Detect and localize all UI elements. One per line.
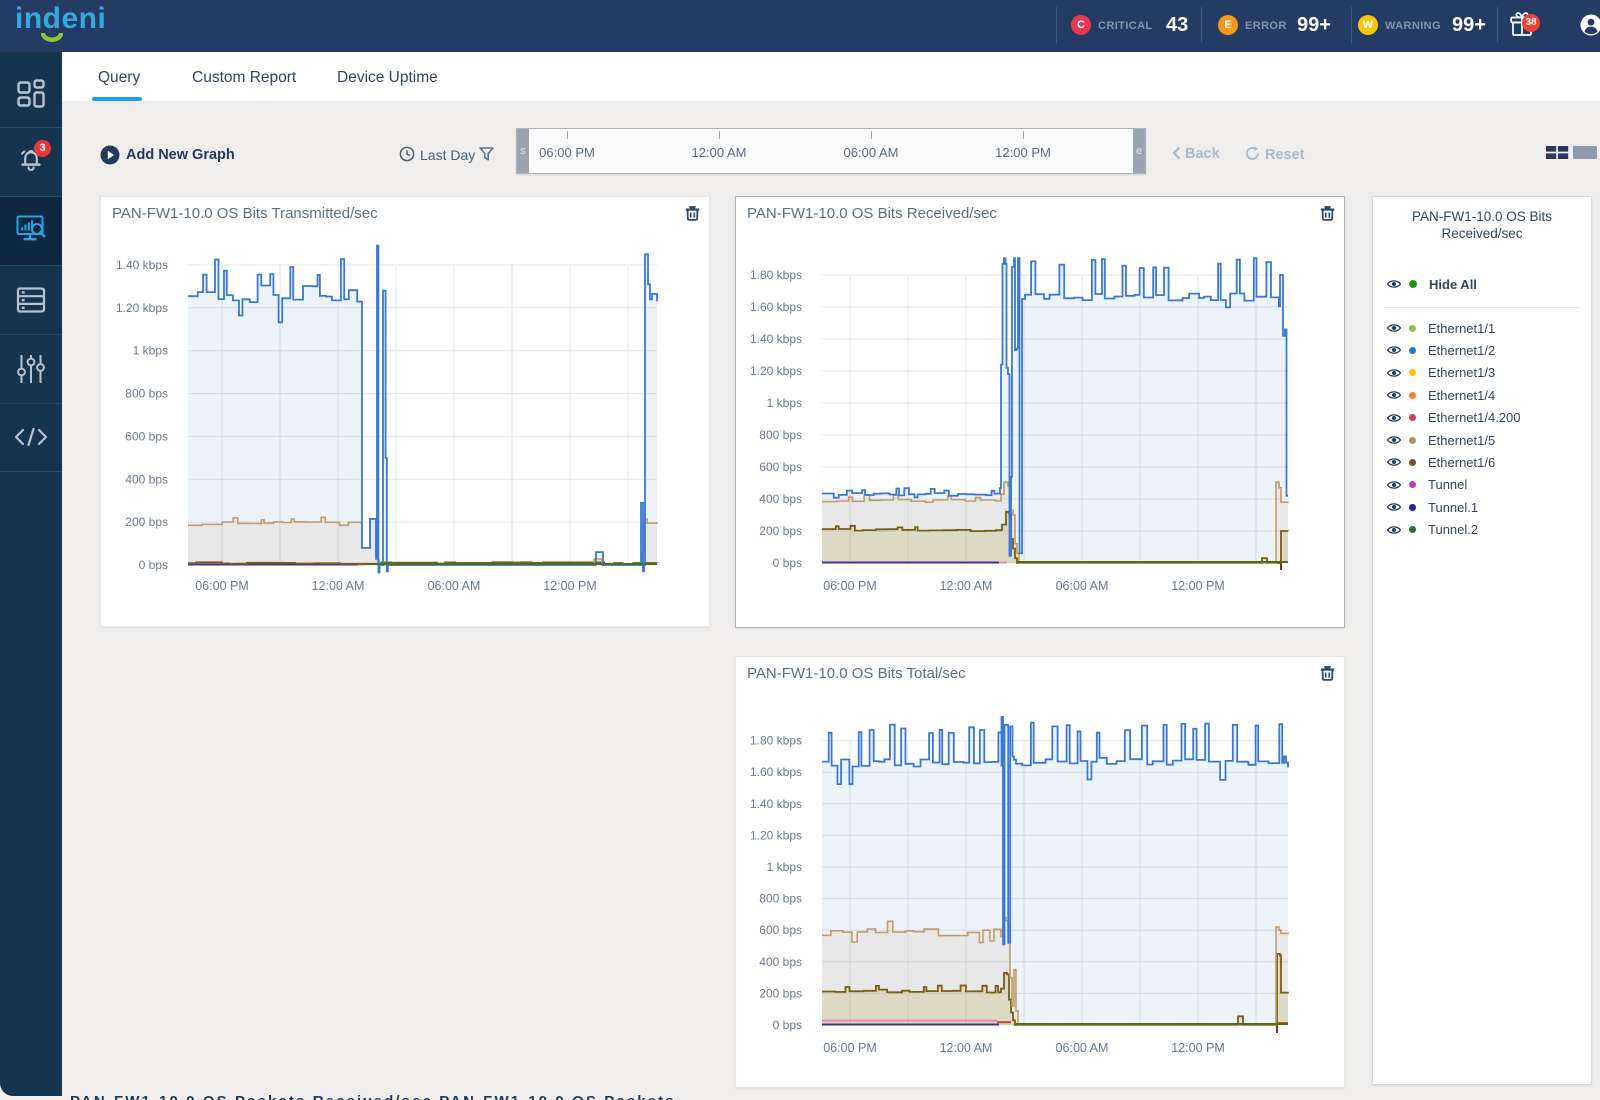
svg-text:1.40 kbps: 1.40 kbps [116, 258, 168, 272]
svg-text:800 bps: 800 bps [759, 428, 802, 442]
svg-text:1.60 kbps: 1.60 kbps [750, 300, 802, 314]
svg-text:0 bps: 0 bps [773, 556, 802, 570]
svg-text:12:00 AM: 12:00 AM [940, 579, 993, 593]
svg-text:06:00 AM: 06:00 AM [428, 579, 481, 593]
svg-text:200 bps: 200 bps [759, 524, 802, 538]
svg-text:600 bps: 600 bps [759, 460, 802, 474]
svg-text:400 bps: 400 bps [759, 955, 802, 969]
svg-text:06:00 AM: 06:00 AM [1056, 579, 1109, 593]
svg-text:800 bps: 800 bps [125, 387, 168, 401]
svg-text:12:00 PM: 12:00 PM [1171, 579, 1225, 593]
svg-text:PAN-FW1-10.0 OS Bits Total/sec: PAN-FW1-10.0 OS Bits Total/sec [747, 665, 966, 682]
svg-text:800 bps: 800 bps [759, 892, 802, 906]
svg-text:06:00 PM: 06:00 PM [195, 579, 249, 593]
svg-text:1 kbps: 1 kbps [133, 344, 168, 358]
svg-text:0 bps: 0 bps [139, 558, 168, 572]
svg-text:200 bps: 200 bps [125, 515, 168, 529]
svg-text:PAN-FW1-10.0 OS Bits Transmitt: PAN-FW1-10.0 OS Bits Transmitted/sec [112, 205, 378, 222]
svg-text:06:00 PM: 06:00 PM [823, 579, 877, 593]
svg-text:06:00 PM: 06:00 PM [823, 1041, 877, 1055]
svg-text:400 bps: 400 bps [759, 492, 802, 506]
svg-text:1.40 kbps: 1.40 kbps [750, 332, 802, 346]
svg-text:12:00 AM: 12:00 AM [940, 1041, 993, 1055]
svg-text:1.20 kbps: 1.20 kbps [116, 301, 168, 315]
svg-text:1.80 kbps: 1.80 kbps [750, 268, 802, 282]
svg-text:12:00 PM: 12:00 PM [1171, 1041, 1225, 1055]
svg-text:600 bps: 600 bps [125, 429, 168, 443]
svg-text:0 bps: 0 bps [773, 1018, 802, 1032]
svg-text:400 bps: 400 bps [125, 472, 168, 486]
svg-text:600 bps: 600 bps [759, 923, 802, 937]
svg-text:12:00 AM: 12:00 AM [312, 579, 365, 593]
svg-text:1.80 kbps: 1.80 kbps [750, 734, 802, 748]
svg-text:1 kbps: 1 kbps [767, 396, 802, 410]
svg-text:06:00 AM: 06:00 AM [1056, 1041, 1109, 1055]
svg-text:1.40 kbps: 1.40 kbps [750, 797, 802, 811]
svg-text:12:00 PM: 12:00 PM [543, 579, 597, 593]
svg-text:1.60 kbps: 1.60 kbps [750, 765, 802, 779]
svg-text:1.20 kbps: 1.20 kbps [750, 828, 802, 842]
svg-text:PAN-FW1-10.0 OS Bits Received/: PAN-FW1-10.0 OS Bits Received/sec [747, 205, 997, 222]
svg-text:200 bps: 200 bps [759, 986, 802, 1000]
svg-text:1.20 kbps: 1.20 kbps [750, 364, 802, 378]
svg-text:1 kbps: 1 kbps [767, 860, 802, 874]
